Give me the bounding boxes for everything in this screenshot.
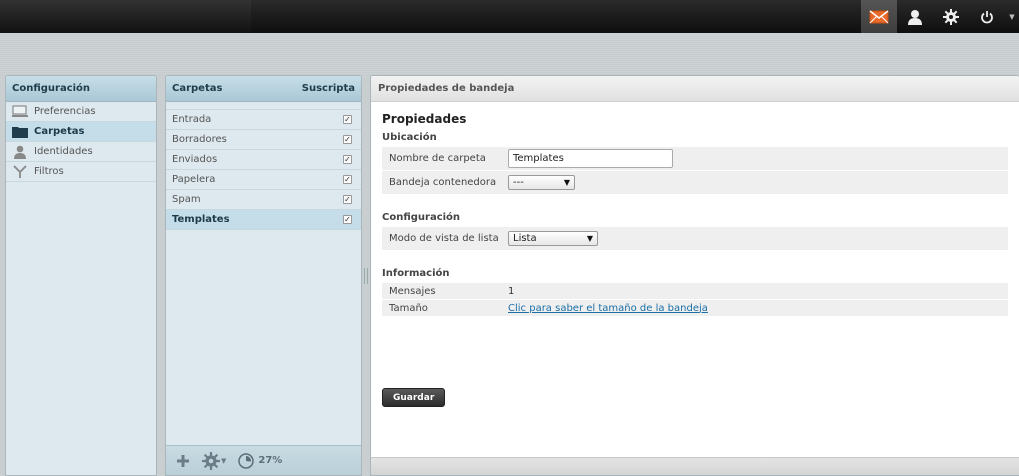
folder-actions-button[interactable]: ▼ [202,451,227,470]
folder-row-spam[interactable]: Spam ✓ [166,190,361,210]
properties-title: Propiedades [382,112,467,126]
settings-nav-title: Configuración [6,76,156,102]
nav-item-label: Preferencias [34,106,96,117]
subscribed-checkbox[interactable]: ✓ [343,135,352,144]
quota-percent: 27% [258,455,283,466]
nav-item-label: Identidades [34,146,93,157]
size-label: Tamaño [389,302,428,314]
nav-item-folders[interactable]: Carpetas [6,122,156,142]
plus-icon [177,454,189,467]
folders-header: Carpetas Suscripta [166,76,361,102]
save-button[interactable]: Guardar [382,388,446,407]
properties-header: Propiedades de bandeja [371,76,1019,102]
header-band [0,33,1019,75]
nav-item-label: Carpetas [34,126,85,137]
settings-button[interactable] [933,0,969,33]
list-view-label: Modo de vista de lista [389,233,499,244]
quota-indicator: 27% [238,452,283,469]
folder-row-sent[interactable]: Enviados ✓ [166,150,361,170]
monitor-icon [12,105,28,119]
chevron-down-icon[interactable]: ▼ [1005,0,1019,33]
properties-footer [371,457,1019,475]
folder-list: Entrada ✓ Borradores ✓ Enviados ✓ Papele… [166,109,361,230]
subscribed-checkbox[interactable]: ✓ [343,175,352,184]
folders-panel: Carpetas Suscripta Entrada ✓ Borradores … [165,75,362,476]
envelope-icon [869,9,889,23]
folders-footer: ▼ 27% [166,445,361,475]
folder-properties-panel: Propiedades de bandeja Propiedades Ubica… [370,75,1019,476]
contacts-button[interactable] [897,0,933,33]
parent-folder-select[interactable]: --- ▼ [508,175,575,190]
folder-name-row: Nombre de carpeta [382,147,1008,171]
list-view-value: Lista [513,233,537,244]
size-row: Tamaño Clic para saber el tamaño de la b… [382,300,1008,317]
messages-count: 1 [508,285,515,297]
folder-row-inbox[interactable]: Entrada ✓ [166,110,361,130]
dropdown-arrow-icon: ▼ [563,178,570,187]
folder-row-drafts[interactable]: Borradores ✓ [166,130,361,150]
power-icon [981,10,993,23]
mail-button[interactable] [861,0,897,33]
user-icon [908,9,922,25]
folder-icon [12,125,28,139]
dropdown-arrow-icon: ▼ [586,234,593,243]
folder-label: Spam [172,194,201,205]
folder-name-input[interactable] [508,149,673,168]
top-bar-icons: ▼ [861,0,1019,33]
panel-splitter[interactable] [364,268,368,284]
folder-label: Papelera [172,174,216,185]
subscribed-checkbox[interactable]: ✓ [343,195,352,204]
gear-icon [943,8,959,25]
gear-icon [202,451,220,470]
list-view-row: Modo de vista de lista Lista ▼ [382,227,1008,251]
top-bar: ▼ [0,0,1019,34]
folder-row-trash[interactable]: Papelera ✓ [166,170,361,190]
messages-label: Mensajes [389,285,436,297]
folders-title: Carpetas [172,83,223,94]
folder-row-templates[interactable]: Templates ✓ [166,210,361,230]
logout-button[interactable] [969,0,1005,33]
folder-label: Entrada [172,114,212,125]
folder-label: Enviados [172,154,218,165]
user-icon [12,145,28,159]
folder-label: Templates [172,214,230,225]
quota-pie-icon [238,452,255,469]
properties-body: Propiedades Ubicación Nombre de carpeta … [371,112,1019,407]
parent-folder-row: Bandeja contenedora --- ▼ [382,171,1008,195]
nav-item-preferences[interactable]: Preferencias [6,102,156,122]
subscribed-column-label: Suscripta [301,83,355,94]
chevron-down-icon: ▼ [221,456,227,465]
subscribed-checkbox[interactable]: ✓ [343,115,352,124]
add-folder-button[interactable] [176,454,190,468]
folder-name-label: Nombre de carpeta [389,153,486,164]
location-section-title: Ubicación [382,132,437,143]
nav-item-identities[interactable]: Identidades [6,142,156,162]
filter-icon [12,164,28,179]
subscribed-checkbox[interactable]: ✓ [343,215,352,224]
folder-label: Borradores [172,134,227,145]
settings-section-title: Configuración [382,212,461,223]
messages-row: Mensajes 1 [382,283,1008,300]
nav-item-label: Filtros [34,166,64,177]
nav-item-filters[interactable]: Filtros [6,162,156,182]
parent-folder-label: Bandeja contenedora [389,177,497,188]
logo-area [0,0,251,34]
folder-size-link[interactable]: Clic para saber el tamaño de la bandeja [508,303,708,314]
list-view-select[interactable]: Lista ▼ [508,231,598,246]
subscribed-checkbox[interactable]: ✓ [343,155,352,164]
info-section-title: Información [382,268,450,279]
parent-folder-value: --- [513,177,524,188]
settings-nav-panel: Configuración Preferencias Carpetas Iden… [5,75,157,476]
